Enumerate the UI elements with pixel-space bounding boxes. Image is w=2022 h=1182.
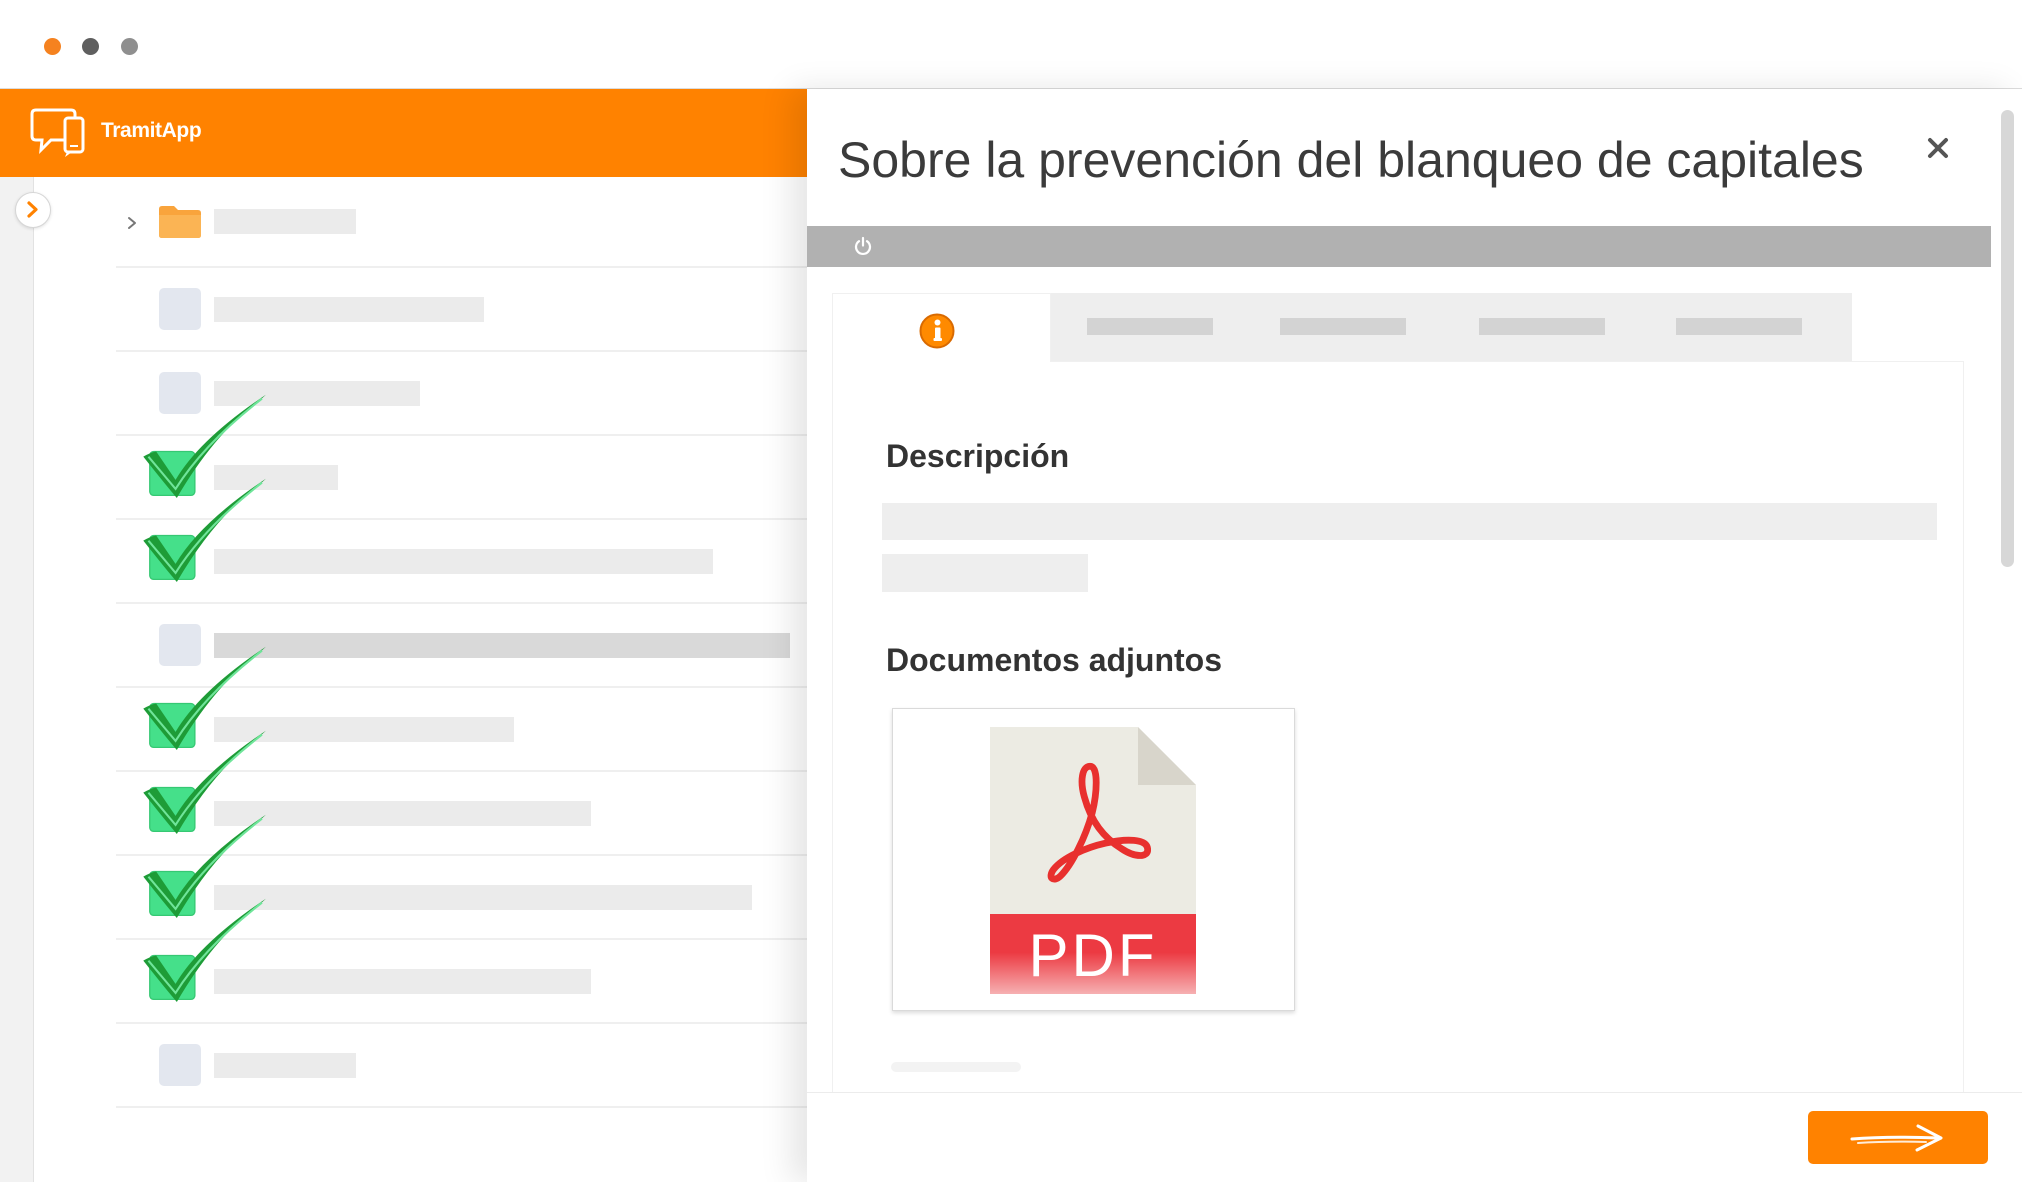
tab-placeholder[interactable] xyxy=(1479,318,1605,335)
text-placeholder xyxy=(882,554,1088,592)
chevron-right-icon xyxy=(27,201,38,218)
description-heading: Descripción xyxy=(886,438,1070,474)
text-placeholder xyxy=(891,1062,1021,1072)
brand-name: TramitApp xyxy=(101,119,202,142)
window-maximize-dot[interactable] xyxy=(121,38,138,55)
folder-row[interactable] xyxy=(116,177,807,268)
pdf-type-label: PDF xyxy=(1028,922,1158,989)
detail-footer xyxy=(807,1092,2022,1182)
power-icon[interactable] xyxy=(853,236,873,256)
tab-placeholder[interactable] xyxy=(1676,318,1802,335)
task-checkbox[interactable] xyxy=(159,288,201,330)
tab-info[interactable] xyxy=(832,293,1051,362)
tab-placeholder[interactable] xyxy=(1280,318,1406,335)
chevron-right-icon[interactable] xyxy=(124,213,140,233)
acrobat-icon xyxy=(1047,762,1151,883)
checkmark-icon[interactable] xyxy=(142,896,271,1006)
text-placeholder xyxy=(214,633,790,658)
task-row[interactable] xyxy=(116,1024,807,1108)
detail-panel: Sobre la prevención del blanqueo de capi… xyxy=(807,89,2022,1182)
folder-icon xyxy=(159,206,201,238)
arrow-right-icon xyxy=(1850,1124,1943,1152)
app-window: TramitApp Sobre la prevención del blanqu… xyxy=(0,0,2022,1182)
sidebar-toggle-button[interactable] xyxy=(15,192,51,228)
task-row[interactable] xyxy=(116,898,807,1024)
pdf-file-icon: PDF xyxy=(990,727,1196,994)
attachments-heading: Documentos adjuntos xyxy=(886,642,1223,678)
sidebar-strip xyxy=(0,177,34,1182)
tab-strip xyxy=(1051,293,1852,361)
window-titlebar xyxy=(0,0,2022,89)
detail-toolbar xyxy=(807,226,1991,267)
task-row[interactable] xyxy=(116,268,807,352)
tab-placeholder[interactable] xyxy=(1087,318,1213,335)
close-icon[interactable] xyxy=(1926,136,1950,160)
next-button[interactable] xyxy=(1808,1111,1988,1164)
detail-tabs xyxy=(832,293,1852,362)
text-placeholder xyxy=(214,549,713,574)
app-header: TramitApp xyxy=(0,89,807,177)
info-icon xyxy=(919,313,955,349)
text-placeholder xyxy=(214,1053,356,1078)
tab-content-card: Descripción Documentos adjuntos PDF xyxy=(832,361,1964,1092)
attachment-card[interactable]: PDF xyxy=(892,708,1295,1011)
vertical-scrollbar[interactable] xyxy=(2001,110,2014,567)
window-close-dot[interactable] xyxy=(44,38,61,55)
text-placeholder xyxy=(214,297,484,322)
text-placeholder xyxy=(882,503,1937,540)
task-list xyxy=(116,177,807,1182)
task-row[interactable] xyxy=(116,478,807,604)
text-placeholder xyxy=(214,885,752,910)
speech-bubbles-icon xyxy=(30,108,85,157)
detail-title: Sobre la prevención del blanqueo de capi… xyxy=(838,132,1864,188)
task-checkbox[interactable] xyxy=(159,1044,201,1086)
checkmark-icon[interactable] xyxy=(142,476,271,586)
window-minimize-dot[interactable] xyxy=(82,38,99,55)
text-placeholder xyxy=(214,209,356,234)
